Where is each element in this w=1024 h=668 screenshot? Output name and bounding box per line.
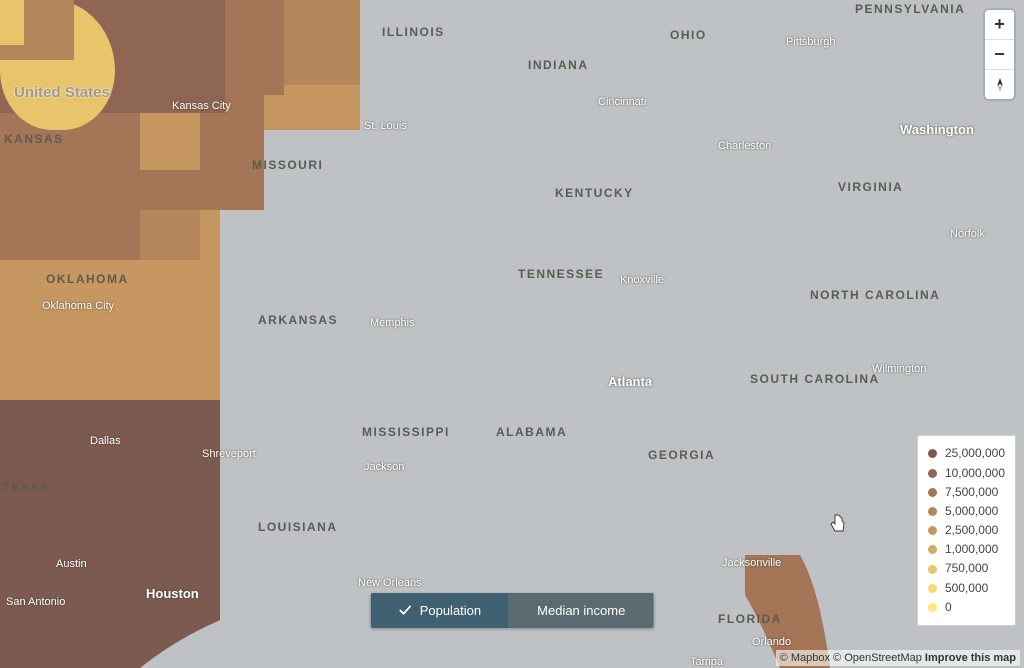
check-icon [399, 604, 412, 617]
legend-item: 750,000 [928, 559, 1005, 578]
plus-icon: + [994, 14, 1005, 35]
legend-swatch [928, 507, 937, 516]
compass-icon [992, 77, 1008, 93]
legend-label: 7,500,000 [945, 483, 998, 502]
attribution-osm[interactable]: © OpenStreetMap [833, 652, 922, 664]
map-canvas[interactable]: KANSAS MISSOURI ILLINOIS INDIANA OHIO PE… [0, 0, 1024, 668]
map-controls: + − [985, 10, 1014, 99]
toggle-income-label: Median income [537, 603, 625, 618]
legend-swatch [928, 584, 937, 593]
legend-label: 500,000 [945, 579, 988, 598]
legend-label: 1,000,000 [945, 540, 998, 559]
minus-icon: − [994, 44, 1005, 65]
toggle-median-income[interactable]: Median income [509, 593, 653, 628]
legend-label: 25,000,000 [945, 444, 1005, 463]
legend-item: 7,500,000 [928, 483, 1005, 502]
legend-item: 10,000,000 [928, 464, 1005, 483]
attribution-improve[interactable]: Improve this map [925, 652, 1016, 664]
legend-label: 2,500,000 [945, 521, 998, 540]
legend-swatch [928, 488, 937, 497]
legend-label: 10,000,000 [945, 464, 1005, 483]
toggle-population[interactable]: Population [371, 593, 509, 628]
legend-item: 2,500,000 [928, 521, 1005, 540]
legend-item: 25,000,000 [928, 444, 1005, 463]
legend-swatch [928, 526, 937, 535]
zoom-out-button[interactable]: − [985, 40, 1014, 70]
legend-item: 5,000,000 [928, 502, 1005, 521]
reset-north-button[interactable] [985, 70, 1014, 99]
legend-label: 750,000 [945, 559, 988, 578]
legend-swatch [928, 545, 937, 554]
legend-panel: 25,000,000 10,000,000 7,500,000 5,000,00… [917, 435, 1016, 626]
layer-toggle: Population Median income [371, 593, 654, 628]
attribution-bar: © Mapbox © OpenStreetMap Improve this ma… [776, 650, 1020, 666]
legend-swatch [928, 469, 937, 478]
toggle-population-label: Population [420, 603, 481, 618]
coastline [0, 0, 1024, 668]
legend-swatch [928, 565, 937, 574]
legend-swatch [928, 449, 937, 458]
legend-label: 0 [945, 598, 952, 617]
legend-item: 1,000,000 [928, 540, 1005, 559]
label-country: United States [14, 84, 110, 101]
attribution-mapbox[interactable]: © Mapbox [780, 652, 830, 664]
legend-item: 500,000 [928, 579, 1005, 598]
legend-label: 5,000,000 [945, 502, 998, 521]
legend-swatch [928, 603, 937, 612]
zoom-in-button[interactable]: + [985, 10, 1014, 40]
legend-item: 0 [928, 598, 1005, 617]
